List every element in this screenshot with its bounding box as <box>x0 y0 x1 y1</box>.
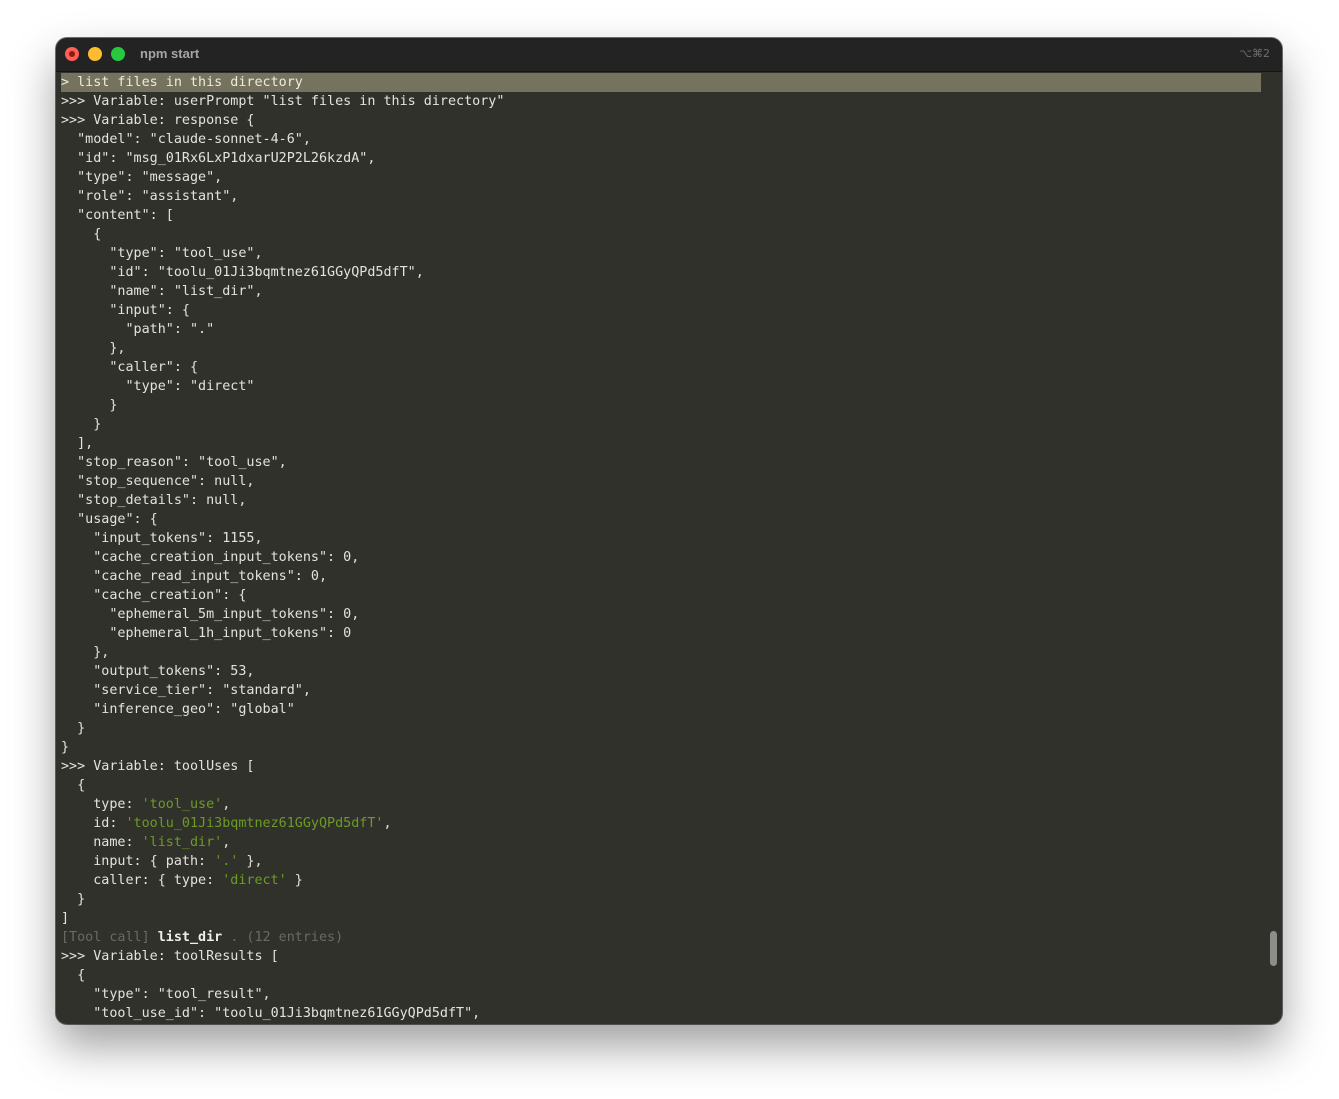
scrollbar-thumb[interactable] <box>1270 931 1277 966</box>
output-text: ] <box>61 911 70 926</box>
tab-shortcut-label: ⌥⌘2 <box>1239 47 1270 60</box>
output-line: } <box>61 417 102 432</box>
tool-uses-line: caller: { type: 'direct' } <box>61 871 1261 890</box>
output-line: "service_tier": "standard", <box>61 683 311 698</box>
output-line: } <box>61 398 118 413</box>
output-text: } <box>61 892 86 907</box>
tool-call-name: list_dir <box>157 930 223 945</box>
output-line: }, <box>61 341 126 356</box>
output-line: >>> Variable: response { <box>61 113 255 128</box>
output-line: >>> Variable: userPrompt "list files in … <box>61 94 505 109</box>
string-value: 'list_dir' <box>141 835 223 850</box>
output-line: { <box>61 968 86 983</box>
output-text: , <box>383 816 392 831</box>
minimize-button[interactable] <box>88 47 102 61</box>
tool-call-summary: . (12 entries) <box>230 930 344 945</box>
output-line: { <box>61 227 102 242</box>
output-line: "ephemeral_1h_input_tokens": 0 <box>61 626 352 641</box>
zoom-button[interactable] <box>111 47 125 61</box>
tool-uses-line: name: 'list_dir', <box>61 833 1261 852</box>
output-line: } <box>61 740 70 755</box>
output-line: "inference_geo": "global" <box>61 702 295 717</box>
close-button[interactable] <box>65 47 79 61</box>
output-line: "cache_creation": { <box>61 588 247 603</box>
output-text: , <box>222 835 231 850</box>
tool-uses-line: } <box>61 890 1261 909</box>
output-line: "cache_creation_input_tokens": 0, <box>61 550 360 565</box>
tool-call-prefix: [Tool call] <box>61 930 150 945</box>
tool-uses-line: type: 'tool_use', <box>61 795 1261 814</box>
output-line: "id": "msg_01Rx6LxP1dxarU2P2L26kzdA", <box>61 151 376 166</box>
output-text: } <box>286 873 303 888</box>
prompt-input-line: > list files in this directory <box>61 73 1261 92</box>
output-line: }, <box>61 645 110 660</box>
output-line: "usage": { <box>61 512 158 527</box>
tool-uses-line: ] <box>61 909 1261 928</box>
output-line: "model": "claude-sonnet-4-6", <box>61 132 311 147</box>
output-line: >>> Variable: toolResults [ <box>61 949 279 964</box>
output-line: "stop_sequence": null, <box>61 474 255 489</box>
output-line: "type": "direct" <box>61 379 255 394</box>
output-line: "path": "." <box>61 322 215 337</box>
output-line: "input_tokens": 1155, <box>61 531 263 546</box>
output-line: "id": "toolu_01Ji3bqmtnez61GGyQPd5dfT", <box>61 265 424 280</box>
string-value: '.' <box>214 854 239 869</box>
tool-uses-line: { <box>61 776 1261 795</box>
output-text: , <box>222 797 231 812</box>
tool-results-output: >>> Variable: toolResults [ { "type": "t… <box>61 947 1261 1023</box>
tool-uses-line: input: { path: '.' }, <box>61 852 1261 871</box>
output-line: "type": "tool_use", <box>61 246 263 261</box>
output-line: "input": { <box>61 303 190 318</box>
terminal-output[interactable]: > list files in this directory >>> Varia… <box>61 73 1261 1023</box>
output-line: } <box>61 721 86 736</box>
output-line: "output_tokens": 53, <box>61 664 255 679</box>
output-key: id: <box>61 816 126 831</box>
window-title: npm start <box>140 46 200 61</box>
response-output: >>> Variable: userPrompt "list files in … <box>61 92 1261 776</box>
output-key: input: { path: <box>61 854 215 869</box>
output-key: name: <box>61 835 142 850</box>
output-line: >>> Variable: toolUses [ <box>61 759 255 774</box>
output-line: "type": "message", <box>61 170 223 185</box>
output-line: "cache_read_input_tokens": 0, <box>61 569 328 584</box>
output-line: "caller": { <box>61 360 199 375</box>
tool-uses-line: id: 'toolu_01Ji3bqmtnez61GGyQPd5dfT', <box>61 814 1261 833</box>
string-value: 'direct' <box>222 873 287 888</box>
output-line: "stop_details": null, <box>61 493 247 508</box>
output-text: { <box>61 778 86 793</box>
output-line: "stop_reason": "tool_use", <box>61 455 287 470</box>
output-text: }, <box>238 854 263 869</box>
output-line: "ephemeral_5m_input_tokens": 0, <box>61 607 360 622</box>
output-key: caller: { type: <box>61 873 223 888</box>
output-line: "tool_use_id": "toolu_01Ji3bqmtnez61GGyQ… <box>61 1006 481 1021</box>
title-bar: npm start ⌥⌘2 <box>56 38 1282 72</box>
string-value: 'tool_use' <box>141 797 223 812</box>
tool-call-line: [Tool call] list_dir . (12 entries) <box>61 928 1261 947</box>
output-line: "role": "assistant", <box>61 189 239 204</box>
output-line: "name": "list_dir", <box>61 284 263 299</box>
output-line: ], <box>61 436 94 451</box>
output-line: "content": [ <box>61 208 174 223</box>
output-key: type: <box>61 797 142 812</box>
string-value: 'toolu_01Ji3bqmtnez61GGyQPd5dfT' <box>125 816 384 831</box>
output-line: "type": "tool_result", <box>61 987 271 1002</box>
terminal-window: npm start ⌥⌘2 > list files in this direc… <box>56 38 1282 1024</box>
